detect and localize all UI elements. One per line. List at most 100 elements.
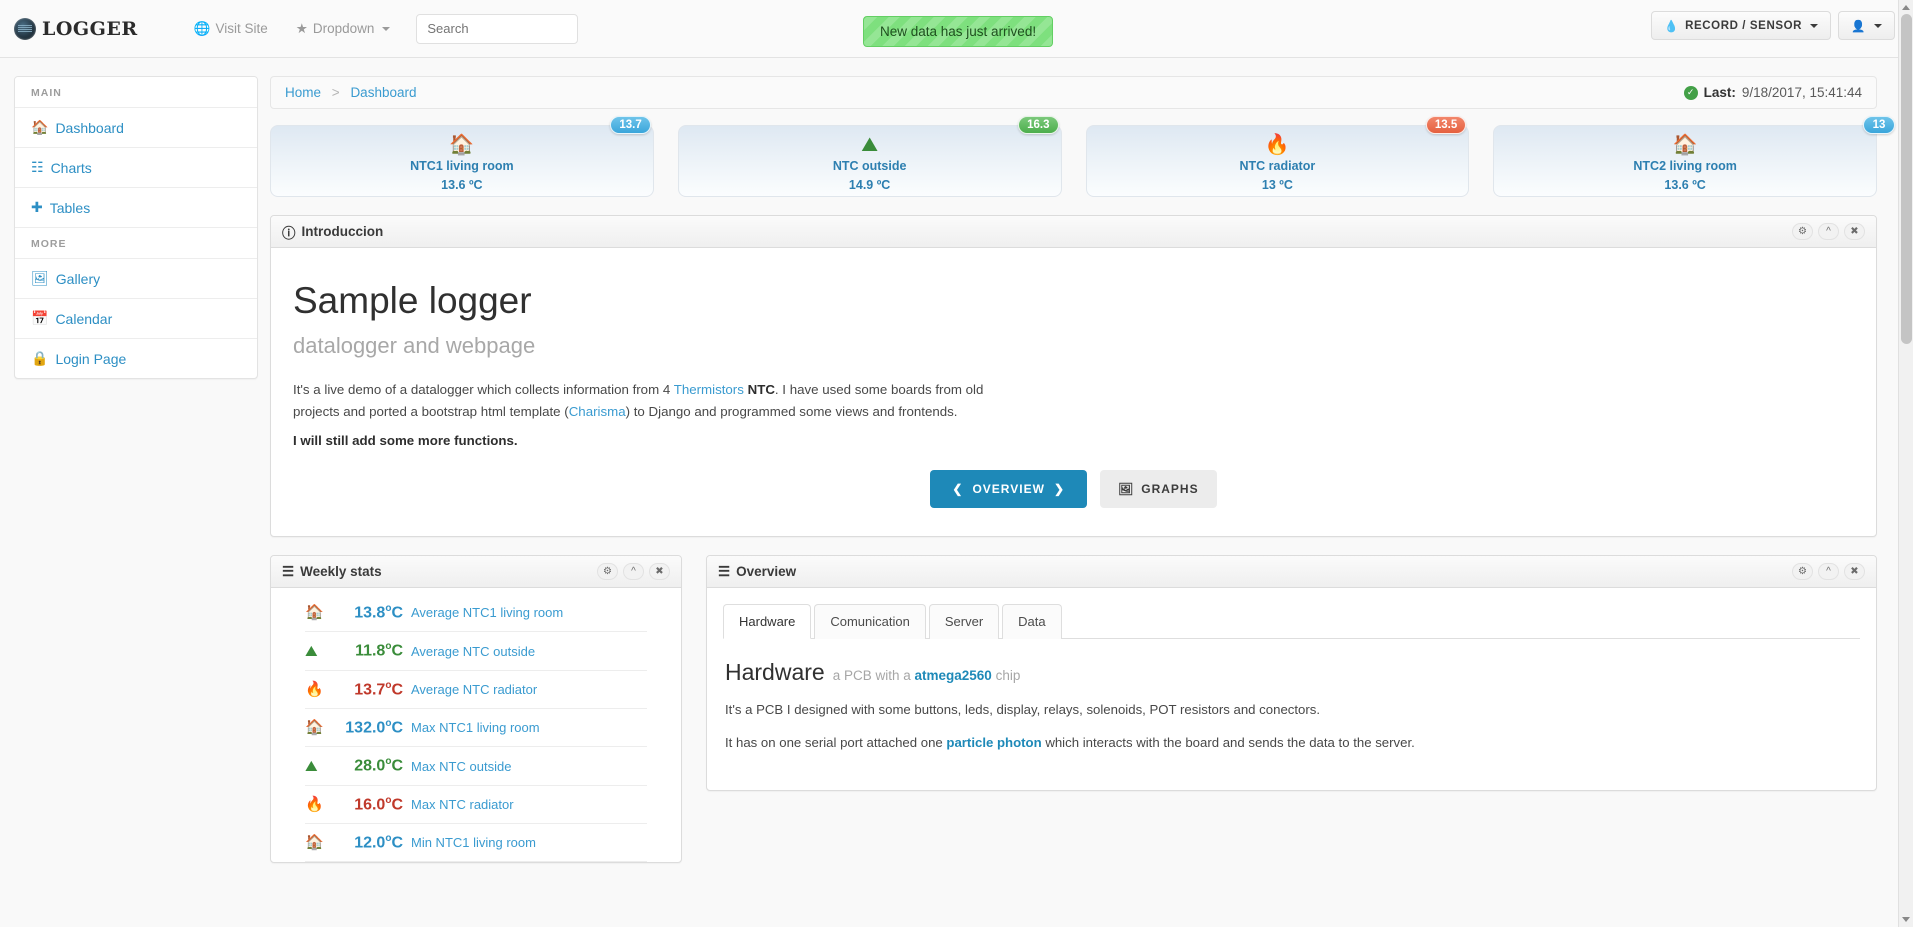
list-item[interactable]: 🔥 13.7oC Average NTC radiator [305,671,647,710]
breadcrumb-separator: > [331,85,340,100]
chevron-up-icon[interactable]: ^ [1818,563,1839,581]
sidebar-item-label: Tables [49,199,91,216]
nav-dropdown[interactable]: ★ Dropdown [282,21,405,37]
hardware-heading: Hardware a PCB with a atmega2560 chip [725,659,1858,686]
sidebar-item-calendar[interactable]: 📅 Calendar [15,298,257,338]
tab-pane-hardware: Hardware a PCB with a atmega2560 chip It… [723,639,1860,772]
sensor-card-ntc-radiator[interactable]: 🔥 NTC radiator 13 ºC 13.5 [1085,116,1470,197]
nav-visit-site[interactable]: 🌐 Visit Site [180,21,282,37]
sidebar-item-label: Charts [50,159,92,176]
home-icon: 🏠 [449,134,475,156]
plus-icon: ✚ [31,199,43,215]
scroll-down-arrow-icon[interactable] [1902,917,1910,922]
breadcrumb-home[interactable]: Home [285,85,321,100]
tab-hardware[interactable]: Hardware [723,604,812,640]
sensor-card-title: NTC outside [832,159,907,173]
search-input[interactable] [416,13,579,44]
sensor-card-ntc1-living-room[interactable]: 🏠 NTC1 living room 13.6 ºC 13.7 [270,116,654,197]
road-icon: ⛰ [305,642,318,660]
scroll-up-arrow-icon[interactable] [1902,5,1910,10]
sidebar-item-login-page[interactable]: 🔒 Login Page [15,338,257,378]
close-icon[interactable]: ✖ [649,563,670,581]
road-icon: ⛰ [861,134,879,156]
list-item[interactable]: ⛰ 11.8oC Average NTC outside [305,632,647,671]
star-icon: ★ [295,20,308,36]
list-item[interactable]: 🔥 16.0oC Max NTC radiator [305,786,647,825]
overview-button[interactable]: ❮ OVERVIEW ❯ [930,470,1087,509]
logger-badge-icon [14,17,36,40]
tab-data[interactable]: Data [1002,604,1062,640]
status-badge: 13.5 [1425,116,1467,134]
last-update-value: 9/18/2017, 15:41:44 [1741,85,1862,100]
top-navbar: LOGGER 🌐 Visit Site ★ Dropdown New data … [0,0,1913,58]
sidebar-item-dashboard[interactable]: 🏠 Dashboard [15,107,257,147]
unit-c: C [391,719,403,737]
tab-server[interactable]: Server [928,604,1000,640]
stat-number: 132.0 [345,719,386,737]
charisma-link[interactable]: Charisma [569,404,626,419]
brand-logo[interactable]: LOGGER [14,17,138,40]
atmega2560-link[interactable]: atmega2560 [915,668,992,683]
weekly-stats-panel: ☰ Weekly stats ⚙ ^ ✖ 🏠 13.8oC Average NT… [270,555,682,864]
breadcrumb-dashboard[interactable]: Dashboard [350,85,416,100]
gear-icon[interactable]: ⚙ [1792,223,1813,240]
page-scrollbar[interactable] [1898,0,1913,927]
hardware-heading-text: Hardware [725,659,825,686]
stat-label[interactable]: Average NTC radiator [411,682,537,697]
user-menu-button[interactable]: 👤 [1838,11,1895,40]
chevron-down-icon [382,26,391,31]
stat-label[interactable]: Max NTC1 living room [411,720,540,735]
list-item[interactable]: 🏠 12.0oC Min NTC1 living room [305,824,647,863]
sensor-card-ntc2-living-room[interactable]: 🏠 NTC2 living room 13.6 ºC 13 [1493,116,1895,197]
list-item[interactable]: 🏠 13.8oC Average NTC1 living room [305,594,647,633]
page-subtitle: datalogger and webpage [293,333,536,358]
unit-c: C [391,642,403,660]
graphs-button[interactable]: 🖼 GRAPHS [1100,470,1217,509]
thermistors-link[interactable]: Thermistors [674,382,744,397]
gear-icon[interactable]: ⚙ [597,563,618,581]
graphs-button-label: GRAPHS [1141,482,1199,497]
stat-value: 132.0oC [333,718,411,737]
sensor-card-value: 13 ºC [1261,178,1293,192]
stat-number: 13.8 [354,604,386,622]
list-item[interactable]: 🏠 132.0oC Max NTC1 living room [305,709,647,748]
record-sensor-button[interactable]: 💧 RECORD / SENSOR [1651,11,1832,40]
chevron-down-icon [1810,23,1819,28]
stat-label[interactable]: Average NTC outside [411,644,535,659]
gear-icon[interactable]: ⚙ [1792,563,1813,581]
stat-value: 12.0oC [333,833,411,852]
particle-photon-link[interactable]: particle photon [946,735,1041,750]
unit-c: C [391,796,403,814]
tab-comunication[interactable]: Comunication [814,604,926,640]
sensor-card-ntc-outside[interactable]: ⛰ NTC outside 14.9 ºC 16.3 [677,116,1062,197]
list-item[interactable]: ⛰ 28.0oC Max NTC outside [305,747,647,786]
chevron-up-icon[interactable]: ^ [623,563,644,581]
home-icon: 🏠 [305,834,324,852]
panel-header: ⓘ Introduccion ⚙ ^ ✖ [271,216,1876,248]
chevron-up-icon[interactable]: ^ [1818,223,1839,240]
sidebar-item-gallery[interactable]: 🖼 Gallery [15,258,257,298]
sidebar-item-charts[interactable]: ☷ Charts [15,147,257,187]
home-icon: 🏠 [305,719,324,737]
last-update-label: Last: [1703,85,1736,100]
sensor-card-value: 13.6 ºC [1664,178,1706,192]
stat-label[interactable]: Min NTC1 living room [411,835,536,850]
fire-icon: 🔥 [305,796,324,814]
intro-text-1: It's a live demo of a datalogger which c… [293,382,674,397]
sidebar-item-tables[interactable]: ✚ Tables [15,187,257,227]
home-icon: 🏠 [31,119,49,135]
scrollbar-thumb[interactable] [1901,14,1912,344]
close-icon[interactable]: ✖ [1844,223,1865,240]
page-title: Sample logger [293,280,532,321]
status-badge: 13 [1863,116,1895,134]
unit-c: C [391,681,403,699]
stat-label[interactable]: Max NTC radiator [411,797,514,812]
breadcrumb: Home > Dashboard ✓ Last: 9/18/2017, 15:4… [270,76,1877,109]
check-circle-icon: ✓ [1683,85,1698,100]
stat-label[interactable]: Max NTC outside [411,759,511,774]
new-data-alert: New data has just arrived! [863,16,1054,47]
close-icon[interactable]: ✖ [1844,563,1865,581]
home-icon: 🏠 [305,604,324,622]
stat-label[interactable]: Average NTC1 living room [411,605,563,620]
sensor-card-value: 13.6 ºC [441,178,483,192]
